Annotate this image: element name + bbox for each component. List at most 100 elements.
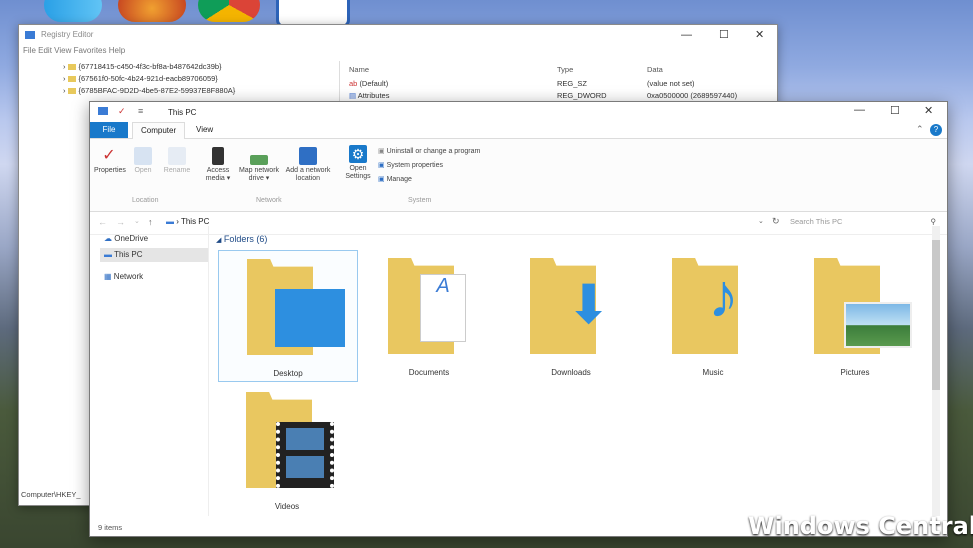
- chevron-up-icon[interactable]: ⌃: [916, 124, 924, 135]
- column-header-type[interactable]: Type: [557, 65, 573, 74]
- menu-view[interactable]: View: [54, 46, 71, 55]
- menu-edit[interactable]: Edit: [38, 46, 52, 55]
- media-icon: [212, 147, 224, 165]
- folder-label: Documents: [408, 368, 450, 377]
- maximize-button[interactable]: ☐: [719, 25, 729, 45]
- watermark: Windows Central: [748, 512, 973, 540]
- folder-label: Music: [702, 368, 724, 377]
- registry-status-bar: Computer\HKEY_: [21, 490, 81, 499]
- vertical-scrollbar[interactable]: [932, 226, 940, 516]
- column-header-data[interactable]: Data: [647, 65, 663, 74]
- download-arrow-icon: ⬇: [566, 275, 612, 335]
- tree-row[interactable]: › {67561f0-50fc-4b24-921d-eacb89706059}: [23, 73, 339, 85]
- value-type: REG_DWORD: [557, 91, 607, 100]
- access-media-button[interactable]: Access media ▾: [202, 147, 234, 183]
- help-icon[interactable]: ?: [930, 124, 942, 136]
- chrome-icon: [198, 0, 260, 22]
- group-label-location: Location: [132, 197, 159, 204]
- folder-icon: [67, 64, 76, 71]
- folder-documents[interactable]: A Documents: [360, 250, 498, 380]
- navigation-pane: ☁ OneDrive ▬ This PC ▦ Network: [90, 226, 209, 516]
- nav-onedrive[interactable]: ☁ OneDrive: [104, 232, 148, 246]
- folder-label: Pictures: [840, 368, 870, 377]
- value-data: (value not set): [647, 79, 695, 88]
- ribbon: ✓ Properties Open Rename Location Access…: [90, 139, 947, 212]
- manage-icon: ▣: [378, 176, 385, 183]
- folder-videos[interactable]: Videos: [218, 384, 356, 514]
- open-icon: [134, 147, 152, 165]
- group-label-system: System: [408, 197, 432, 204]
- string-value-icon: ab: [349, 79, 358, 88]
- menu-help[interactable]: Help: [109, 46, 125, 55]
- title-bar: ✓ ≡ This PC — ☐ ✕: [90, 102, 947, 122]
- menu-favorites[interactable]: Favorites: [74, 46, 107, 55]
- uninstall-program-button[interactable]: ▣ Uninstall or change a program: [378, 147, 480, 155]
- music-note-icon: ♪: [708, 262, 739, 331]
- folder-downloads[interactable]: ⬇ Downloads: [502, 250, 640, 380]
- document-icon: A: [420, 274, 466, 342]
- folder-icon: [67, 88, 76, 95]
- group-label-network: Network: [256, 197, 282, 204]
- value-data: 0xa0500000 (2689597440): [647, 91, 738, 100]
- map-network-drive-button[interactable]: Map network drive ▾: [236, 147, 282, 183]
- maximize-button[interactable]: ☐: [890, 104, 900, 117]
- this-pc-icon: ▬: [166, 217, 174, 226]
- registry-icon: [25, 31, 35, 39]
- open-button[interactable]: Open: [130, 147, 156, 175]
- tab-computer[interactable]: Computer: [132, 122, 186, 139]
- binary-value-icon: ▤: [349, 91, 357, 100]
- settings-gear-icon: ⚙: [349, 145, 367, 163]
- minimize-button[interactable]: —: [854, 104, 865, 116]
- rename-button[interactable]: Rename: [162, 147, 192, 175]
- quick-access-properties-icon[interactable]: ✓: [118, 106, 126, 117]
- folder-label: Videos: [274, 502, 300, 511]
- open-settings-button[interactable]: ⚙ Open Settings: [344, 145, 372, 181]
- nav-this-pc[interactable]: ▬ This PC: [100, 248, 208, 262]
- value-type: REG_SZ: [557, 79, 588, 88]
- address-bar[interactable]: ▬ › This PC: [166, 215, 766, 229]
- properties-button[interactable]: ✓ Properties: [94, 147, 126, 175]
- registry-menu-bar: File Edit View Favorites Help: [19, 45, 777, 57]
- minimize-button[interactable]: —: [681, 25, 692, 45]
- picture-icon: [844, 302, 912, 348]
- registry-title: Registry Editor: [41, 30, 94, 39]
- close-button[interactable]: ✕: [755, 25, 764, 45]
- search-input[interactable]: Search This PC ⚲: [790, 215, 940, 229]
- tab-file[interactable]: File: [90, 122, 128, 138]
- tree-row[interactable]: › {67718415-c450-4f3c-bf8a-b487642dc39b}: [23, 61, 339, 73]
- item-count: 9 items: [98, 523, 123, 532]
- address-bar-row: ← → ⌄ ↑ ▬ › This PC ⌄ ↻ Search This PC ⚲: [90, 212, 947, 235]
- ribbon-tabs: File Computer View ⌃ ?: [90, 122, 947, 139]
- value-row[interactable]: ab (Default): [349, 79, 388, 88]
- folder-music[interactable]: ♪ Music: [644, 250, 782, 380]
- address-dropdown-icon[interactable]: ⌄: [758, 217, 764, 225]
- uninstall-icon: ▣: [378, 148, 385, 155]
- add-network-location-button[interactable]: Add a network location: [284, 147, 332, 183]
- system-properties-button[interactable]: ▣ System properties: [378, 161, 443, 169]
- network-icon: ▦: [104, 272, 112, 281]
- folder-label: Downloads: [551, 368, 591, 377]
- column-header-name[interactable]: Name: [349, 65, 369, 74]
- cloud-icon: ☁: [104, 234, 112, 243]
- properties-icon: ✓: [102, 147, 116, 164]
- value-row[interactable]: ▤ Attributes: [349, 91, 389, 100]
- system-properties-icon: ▣: [378, 162, 385, 169]
- collapse-icon: ◢: [216, 237, 222, 244]
- nav-network[interactable]: ▦ Network: [104, 270, 143, 284]
- close-button[interactable]: ✕: [924, 104, 933, 117]
- folder-desktop[interactable]: Desktop: [218, 250, 358, 382]
- tree-row[interactable]: › {6785BFAC-9D2D-4be5-87E2-59937E8F880A}: [23, 85, 339, 97]
- menu-file[interactable]: File: [23, 46, 36, 55]
- quick-access-menu-icon[interactable]: ≡: [138, 106, 143, 116]
- chevron-down-icon[interactable]: ⌄: [134, 217, 140, 225]
- folders-section-header[interactable]: ◢ Folders (6): [216, 234, 267, 244]
- firefox-icon: [118, 0, 186, 22]
- folder-pictures[interactable]: Pictures: [786, 250, 924, 380]
- registry-title-bar: Registry Editor — ☐ ✕: [19, 25, 777, 45]
- refresh-icon[interactable]: ↻: [772, 216, 780, 227]
- film-strip-icon: [276, 422, 334, 488]
- tab-view[interactable]: View: [188, 122, 221, 138]
- manage-button[interactable]: ▣ Manage: [378, 175, 412, 183]
- network-drive-icon: [250, 155, 268, 165]
- this-pc-icon: ▬: [104, 250, 112, 259]
